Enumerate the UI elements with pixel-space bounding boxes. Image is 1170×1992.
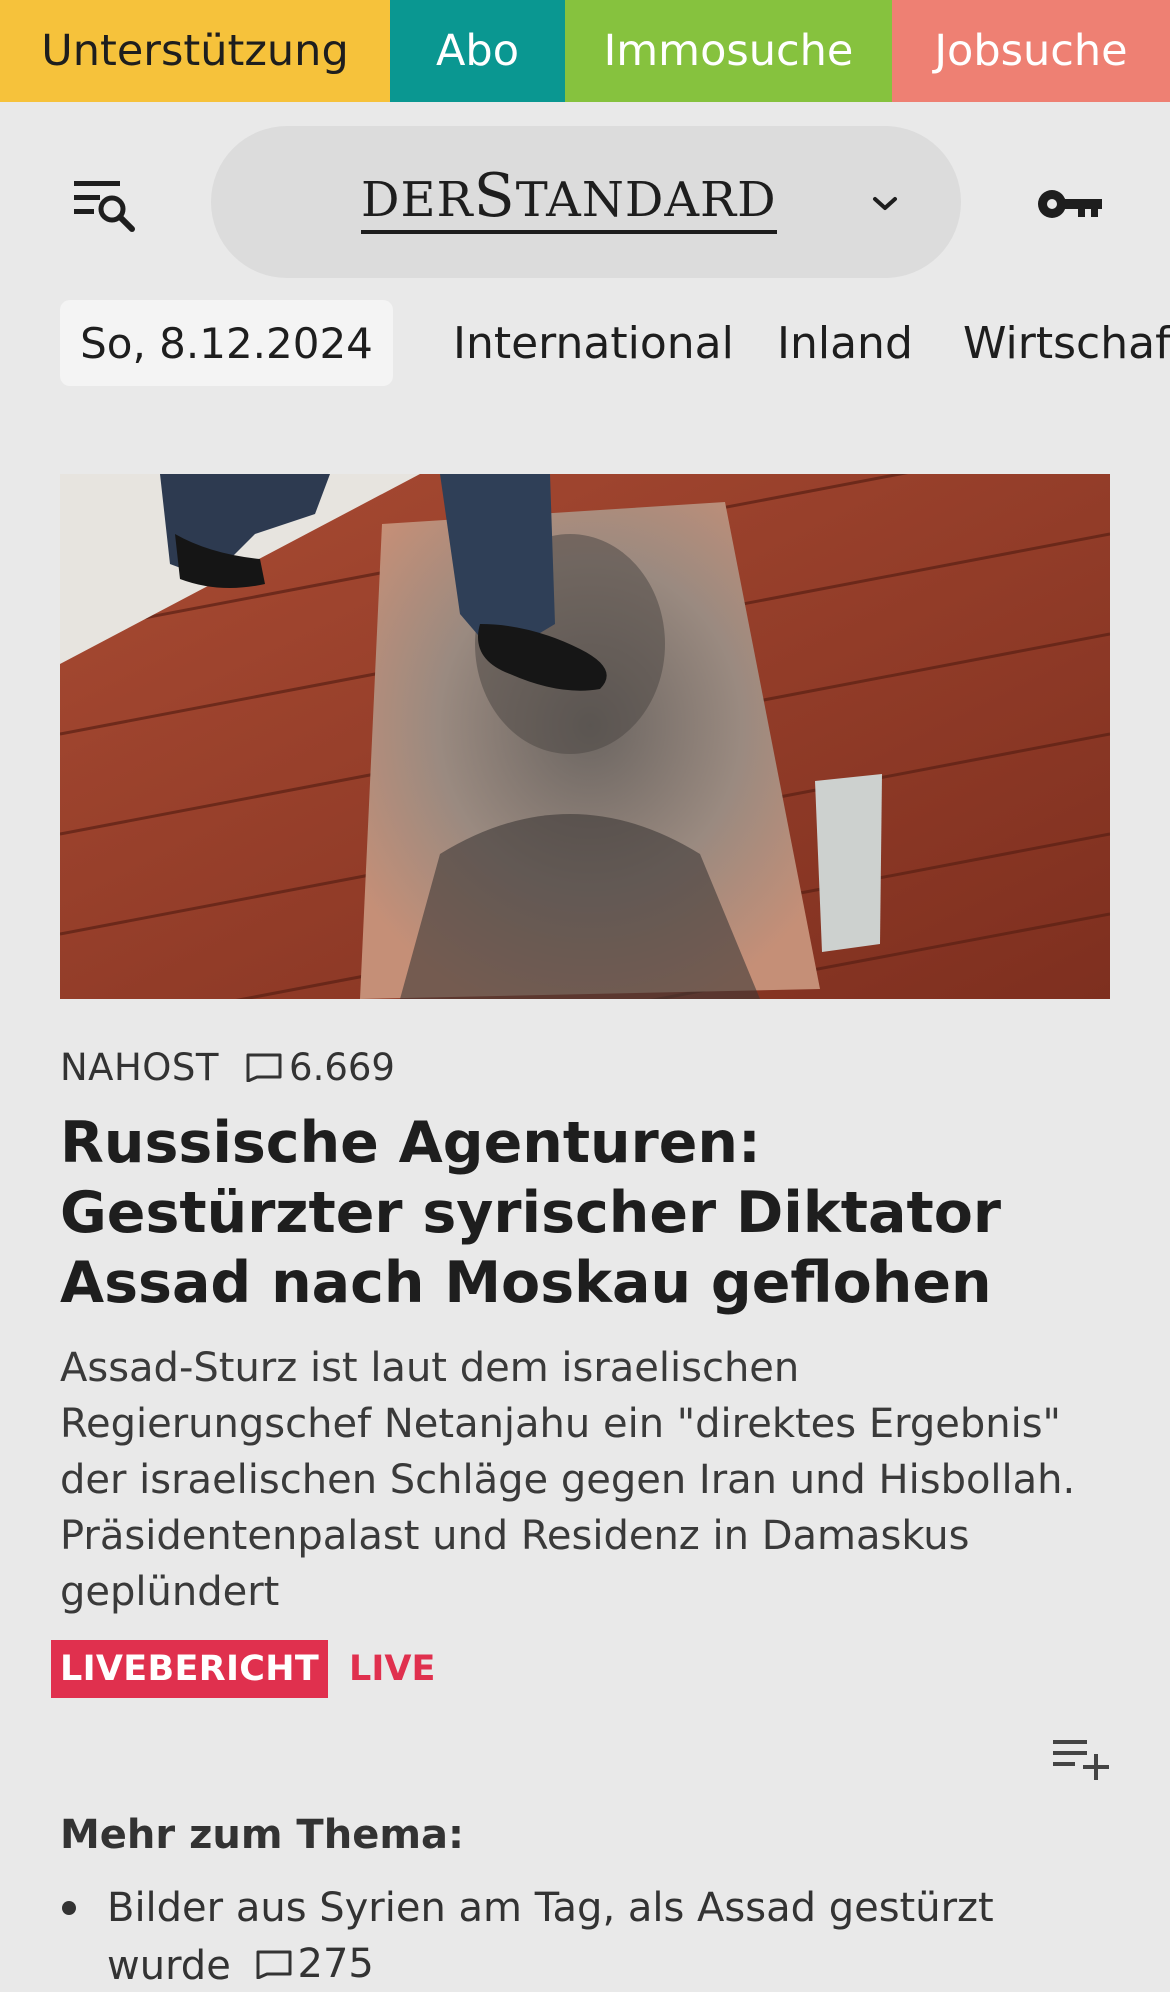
date-chip: So, 8.12.2024 [60, 300, 393, 386]
abo-link[interactable]: Abo [390, 0, 565, 102]
logo-edition-selector[interactable]: DERSTANDARD [211, 126, 961, 278]
more-item-comment-count[interactable]: 275 [298, 1936, 374, 1992]
key-icon [1038, 190, 1102, 218]
more-item-text[interactable]: Bilder aus Syrien am Tag, als Assad gest… [107, 1885, 994, 1989]
comment-count[interactable]: 6.669 [289, 1046, 395, 1089]
login-button[interactable] [1030, 174, 1110, 234]
support-link[interactable]: Unterstützung [0, 0, 390, 102]
more-on-topic-heading: Mehr zum Thema: [60, 1812, 464, 1858]
livebericht-badge: LIVEBERICHT [51, 1640, 329, 1698]
chevron-down-icon[interactable] [865, 184, 905, 224]
menu-search-icon [74, 181, 135, 232]
immosuche-link[interactable]: Immosuche [565, 0, 892, 102]
live-status: LIVEBERICHT LIVE [51, 1640, 435, 1698]
live-tag: LIVE [349, 1649, 436, 1689]
article-meta: NAHOST 6.669 [60, 1042, 395, 1092]
article-teaser[interactable]: Assad-Sturz ist laut dem israelischen Re… [60, 1340, 1120, 1620]
menu-search-button[interactable] [60, 164, 150, 244]
playlist-add-icon [1053, 1740, 1109, 1780]
nav-international[interactable]: International [453, 300, 734, 386]
bullet [62, 1901, 76, 1915]
derstandard-logo[interactable]: DERSTANDARD [361, 166, 777, 234]
article-headline[interactable]: Russische Agenturen: Gestürzter syrische… [60, 1108, 1120, 1318]
nav-wirtschaft[interactable]: Wirtschaft [963, 300, 1170, 386]
add-to-list-button[interactable] [1048, 1730, 1114, 1786]
comment-icon [256, 1950, 292, 1979]
article-kicker[interactable]: NAHOST [60, 1046, 219, 1089]
service-bar: Unterstützung Abo Immosuche Jobsuche [0, 0, 1170, 102]
jobsuche-link[interactable]: Jobsuche [892, 0, 1170, 102]
article-image[interactable] [60, 474, 1110, 999]
more-on-topic-list: Bilder aus Syrien am Tag, als Assad gest… [60, 1880, 1120, 1992]
more-item-comments: 275 [244, 1936, 374, 1992]
section-nav: So, 8.12.2024 International Inland Wirts… [0, 300, 1170, 386]
list-item[interactable]: Bilder aus Syrien am Tag, als Assad gest… [60, 1880, 1120, 1992]
site-header: DERSTANDARD [0, 102, 1170, 302]
nav-inland[interactable]: Inland [777, 300, 913, 386]
comment-icon [245, 1052, 283, 1082]
